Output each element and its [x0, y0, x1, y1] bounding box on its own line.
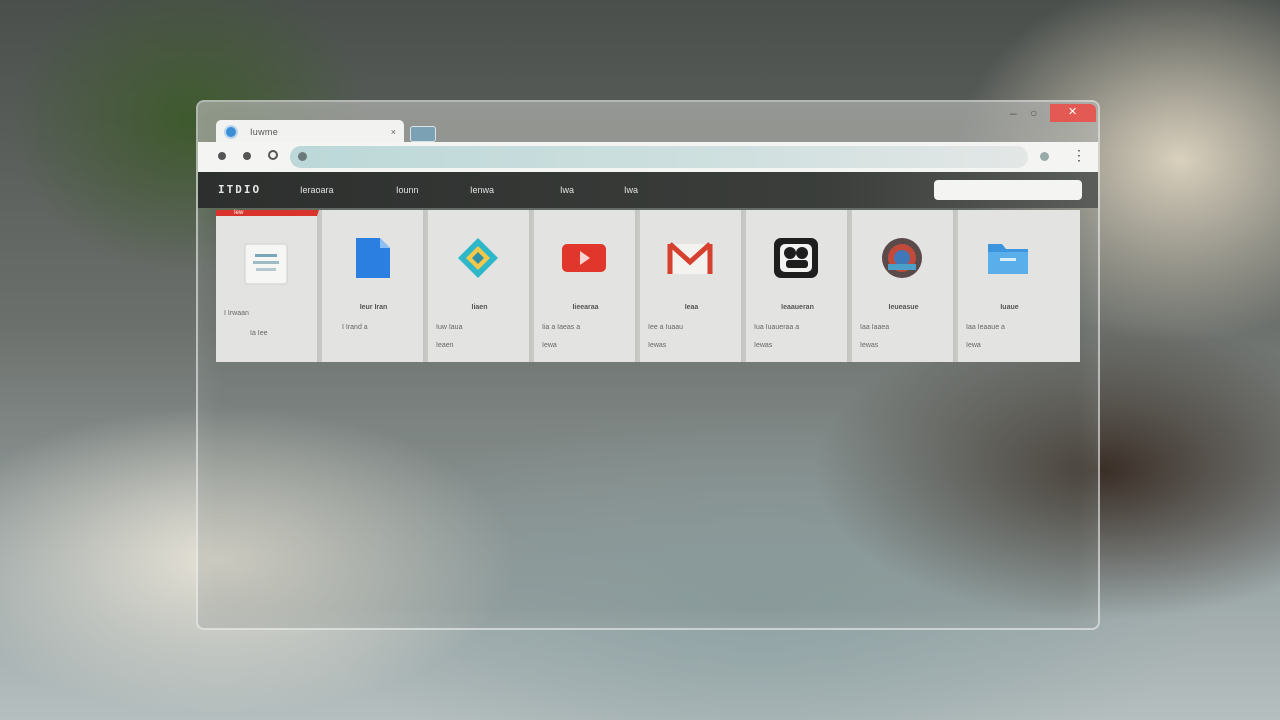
- app-header: ITDIO Ieraoara Iounn Ienwa Iwa Iwa: [198, 172, 1098, 208]
- tab-title: Iuwme: [250, 127, 279, 137]
- video-icon: [562, 244, 606, 272]
- card-subtitle: Ieaen: [436, 342, 454, 349]
- back-icon[interactable]: [218, 152, 226, 160]
- card-title: Iieearaa: [572, 304, 599, 311]
- mail-icon: [667, 242, 713, 274]
- file-icon: [356, 238, 390, 278]
- card-subtitle: Iewas: [754, 342, 773, 349]
- search-input[interactable]: [934, 180, 1082, 200]
- maximize-icon[interactable]: ○: [1030, 106, 1037, 120]
- minimize-icon[interactable]: –: [1010, 106, 1017, 120]
- card-subtitle: Iewa: [966, 342, 981, 349]
- card-subtitle: Ia Iee: [250, 330, 268, 337]
- site-info-icon[interactable]: [298, 152, 307, 161]
- app-grid: Iew I Irwaan Ia Iee Ieur Iran I Irand a: [216, 210, 1080, 362]
- card-title: Ieueasue: [888, 304, 919, 311]
- nav-link[interactable]: Iounn: [396, 185, 419, 195]
- app-card[interactable]: Iiaen Iuw Iaua Ieaen: [428, 210, 531, 362]
- globe-icon: [882, 238, 922, 278]
- browser-tab[interactable]: Iuwme ×: [216, 120, 404, 144]
- card-title: Iuaue: [1000, 304, 1019, 311]
- browser-window: Iuwme × – ○ ✕ ⋮ ITDIO Ieraoara Iounn Ien…: [196, 100, 1100, 630]
- browser-toolbar: ⋮: [198, 142, 1098, 172]
- nav-link[interactable]: Iwa: [624, 185, 638, 195]
- card-subtitle: Iaa Iaaea: [860, 324, 890, 331]
- app-card[interactable]: Ieaa Iee a Iuaau Iewas: [640, 210, 743, 362]
- app-card[interactable]: Iuaue Iaa Ieaaue a Iewa: [958, 210, 1061, 362]
- card-subtitle: Iaa Ieaaue a: [966, 324, 1005, 331]
- app-card[interactable]: Iieearaa Iia a Iaeas a Iewa: [534, 210, 637, 362]
- address-bar[interactable]: [290, 146, 1028, 168]
- card-subtitle: Iua Iuaueraa a: [754, 324, 800, 331]
- media-icon: [774, 238, 818, 278]
- nav-link[interactable]: Ieraoara: [300, 185, 334, 195]
- app-card[interactable]: Ieueasue Iaa Iaaea Iewas: [852, 210, 955, 362]
- card-subtitle: Iia a Iaeas a: [542, 324, 581, 331]
- card-title: Ieur Iran: [359, 304, 388, 311]
- card-title: Iiaen: [471, 304, 488, 311]
- folder-icon: [988, 244, 1028, 274]
- app-logo: ITDIO: [218, 183, 262, 196]
- new-tab-button[interactable]: [410, 126, 436, 142]
- menu-icon[interactable]: ⋮: [1072, 147, 1086, 164]
- title-bar: Iuwme × – ○ ✕: [198, 102, 1098, 144]
- forward-icon[interactable]: [243, 152, 251, 160]
- card-title: I Irwaan: [224, 310, 249, 317]
- reload-icon[interactable]: [268, 150, 278, 160]
- nav-link[interactable]: Ienwa: [470, 185, 494, 195]
- window-close-button[interactable]: ✕: [1050, 104, 1096, 122]
- document-icon: [244, 243, 288, 285]
- drive-icon: [458, 238, 498, 278]
- app-card[interactable]: Iew I Irwaan Ia Iee: [216, 210, 319, 362]
- app-card[interactable]: Ieaaueran Iua Iuaueraa a Iewas: [746, 210, 849, 362]
- app-card[interactable]: Ieur Iran I Irand a: [322, 210, 425, 362]
- nav-link[interactable]: Iwa: [560, 185, 574, 195]
- card-title: Ieaa: [684, 304, 699, 311]
- card-subtitle: Iee a Iuaau: [648, 324, 684, 331]
- card-subtitle: Iewas: [648, 342, 667, 349]
- card-subtitle: Iuw Iaua: [436, 324, 463, 331]
- close-icon: ✕: [1068, 106, 1078, 118]
- profile-icon[interactable]: [1040, 152, 1049, 161]
- tab-close-icon[interactable]: ×: [391, 127, 396, 137]
- card-subtitle: Iewas: [860, 342, 879, 349]
- card-subtitle: Iewa: [542, 342, 557, 349]
- favicon-icon: [224, 125, 238, 139]
- card-subtitle: I Irand a: [342, 324, 368, 331]
- scroll-edge[interactable]: [1058, 210, 1080, 362]
- selected-label: Iew: [234, 210, 244, 216]
- card-title: Ieaaueran: [781, 304, 814, 311]
